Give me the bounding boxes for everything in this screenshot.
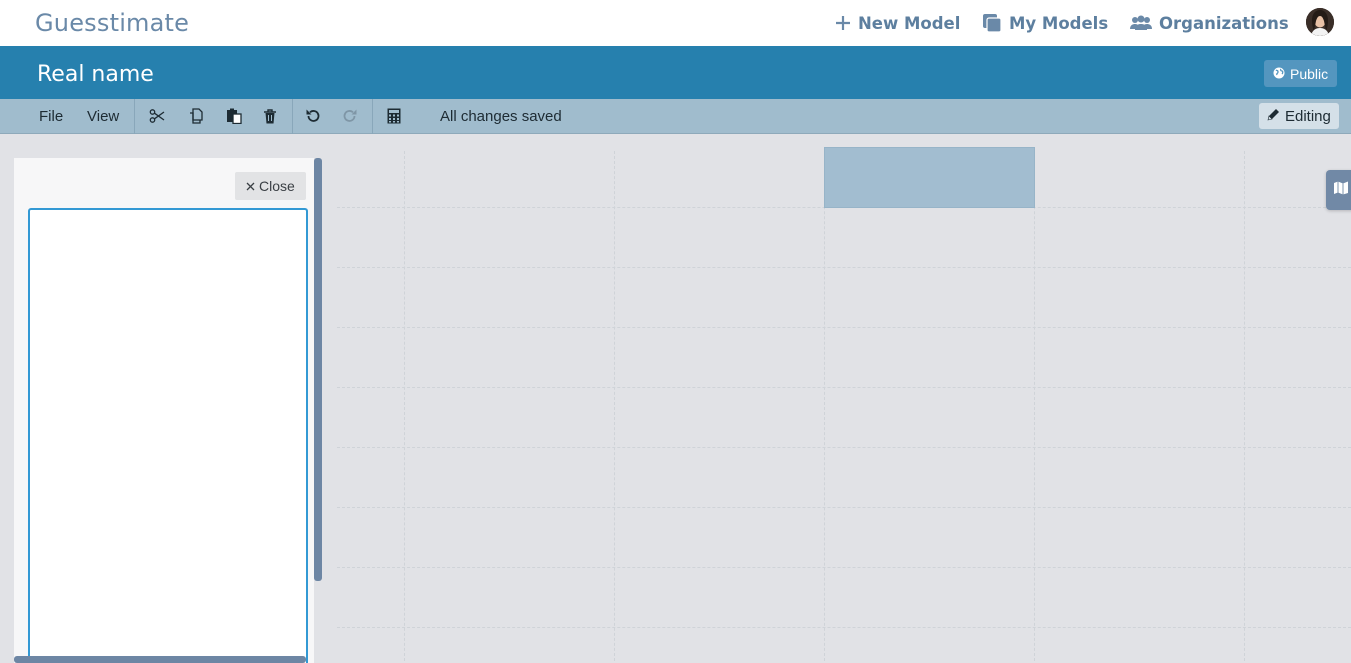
organizations-link[interactable]: Organizations (1130, 12, 1289, 34)
delete-icon[interactable] (261, 107, 279, 125)
organizations-label: Organizations (1159, 13, 1289, 33)
calculator-icon[interactable] (385, 107, 403, 125)
model-title[interactable]: Real name (37, 62, 154, 87)
grid-line (1244, 151, 1245, 663)
file-menu[interactable]: File (39, 108, 63, 125)
save-status: All changes saved (440, 108, 562, 125)
plus-icon (835, 15, 851, 31)
grid-line (337, 507, 1351, 508)
close-button[interactable]: Close (235, 172, 306, 200)
globe-icon (1273, 66, 1285, 82)
user-avatar[interactable] (1306, 8, 1334, 36)
grid-line (337, 567, 1351, 568)
side-panel: Close (14, 158, 314, 663)
undo-icon[interactable] (304, 107, 322, 125)
brand-logo[interactable]: Guesstimate (35, 9, 189, 37)
new-model-link[interactable]: New Model (835, 12, 960, 34)
grid-line (337, 627, 1351, 628)
grid-line (824, 151, 825, 663)
editing-mode-button[interactable]: Editing (1259, 103, 1339, 129)
new-model-label: New Model (858, 13, 961, 33)
grid-line (1034, 151, 1035, 663)
view-menu[interactable]: View (87, 108, 119, 125)
redo-icon[interactable] (341, 107, 359, 125)
my-models-link[interactable]: My Models (982, 12, 1108, 34)
top-navbar: Guesstimate New Model My Models Organiza… (0, 0, 1351, 46)
copy-icon[interactable] (187, 107, 205, 125)
grid-line (614, 151, 615, 663)
grid-line (404, 151, 405, 663)
my-models-label: My Models (1009, 13, 1109, 33)
grid-line (337, 387, 1351, 388)
grid-line (337, 327, 1351, 328)
close-icon (246, 178, 255, 194)
models-stack-icon (982, 13, 1002, 33)
vertical-scrollbar[interactable] (314, 158, 322, 581)
editing-mode-label: Editing (1285, 107, 1331, 125)
minimap-toggle[interactable] (1326, 170, 1351, 210)
cut-icon[interactable] (148, 107, 166, 125)
close-label: Close (259, 178, 295, 194)
toolbar-divider (372, 99, 373, 134)
grid-line (337, 447, 1351, 448)
horizontal-scrollbar[interactable] (14, 656, 306, 663)
paste-icon[interactable] (225, 107, 243, 125)
visibility-label: Public (1290, 65, 1329, 82)
model-header: Real name Public (0, 46, 1351, 99)
grid-line (337, 267, 1351, 268)
toolbar-divider (292, 99, 293, 134)
users-icon (1130, 15, 1152, 31)
map-icon (1334, 181, 1348, 200)
toolbar: File View All changes saved Editing (0, 99, 1351, 134)
panel-text-editor[interactable] (28, 208, 308, 663)
pencil-icon (1267, 108, 1280, 125)
selected-grid-cell[interactable] (824, 147, 1035, 208)
visibility-button[interactable]: Public (1264, 60, 1338, 87)
toolbar-divider (134, 99, 135, 134)
